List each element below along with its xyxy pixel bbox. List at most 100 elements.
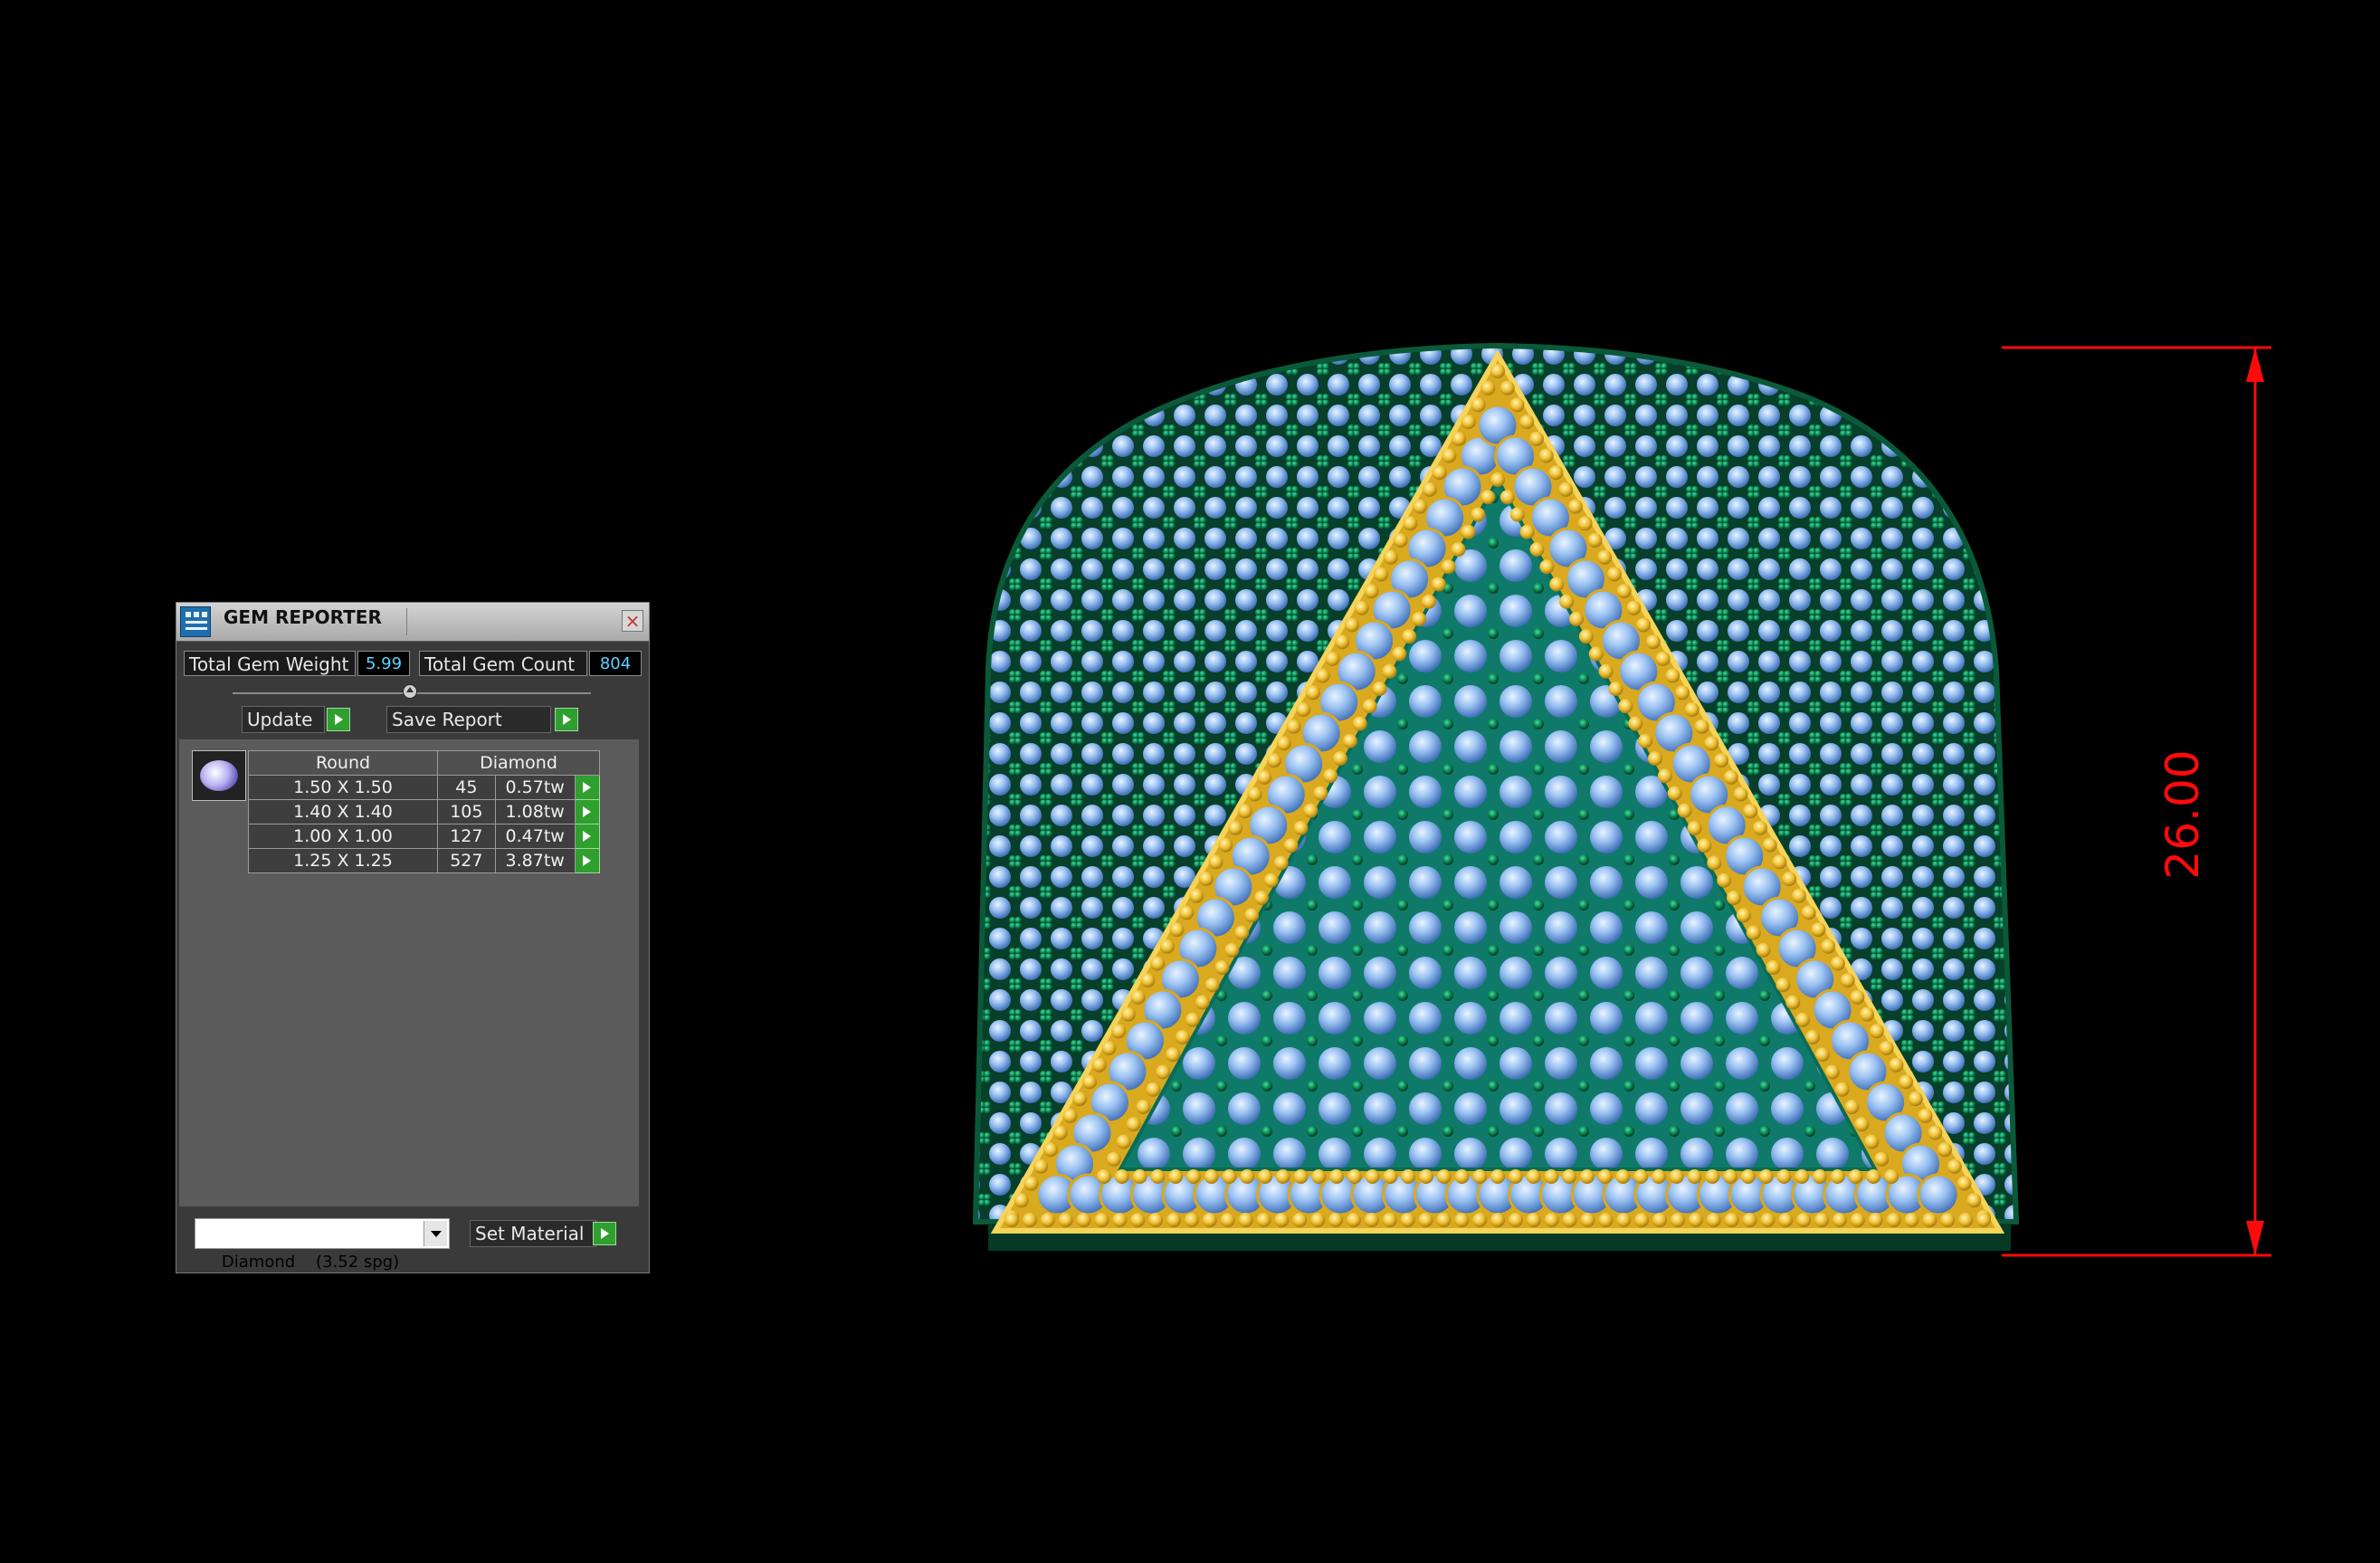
gold-bead [1758,1169,1774,1184]
gold-bead [1832,1213,1847,1227]
panel-titlebar[interactable]: GEM REPORTER × [176,603,649,642]
gold-bead [1111,1024,1127,1039]
gold-bead [1538,448,1554,463]
gold-bead [1775,977,1791,993]
gold-bead [1801,905,1816,920]
set-material-button[interactable]: Set Material [470,1220,596,1247]
gold-bead [1548,465,1564,481]
gold-bead [1364,1213,1379,1227]
gem-thumbnail-icon[interactable] [192,750,246,801]
gold-bead [1401,1169,1416,1184]
gold-bead [1976,1213,1991,1227]
gold-bead [1346,1213,1361,1227]
gold-bead [1112,1213,1128,1227]
update-arrow-button[interactable] [327,708,350,731]
table-row[interactable]: 1.50 X 1.50 45 0.57tw [248,775,601,800]
gold-bead [1166,1047,1181,1063]
gold-bead [1452,431,1467,446]
gold-bead [1743,804,1758,819]
gold-bead [1303,803,1319,818]
update-button[interactable]: Update [242,706,325,733]
gold-bead [1723,1169,1738,1184]
gold-bead [1665,668,1680,683]
gold-bead [1490,1169,1505,1184]
gold-bead [1844,1100,1860,1114]
gold-bead [1705,1169,1720,1184]
gold-bead [1033,1158,1049,1174]
gold-bead [1733,786,1748,802]
gold-bead [1854,1117,1870,1132]
gold-bead [1365,1169,1380,1184]
panel-splitter-handle[interactable] [403,684,417,699]
gem-count: 527 [437,848,496,873]
close-button[interactable]: × [622,610,643,632]
gold-bead [1544,1169,1559,1184]
gold-bead [1254,891,1269,905]
gold-bead [1422,481,1437,497]
gold-bead [1126,1117,1141,1132]
row-arrow-button[interactable] [574,848,601,873]
gold-bead [1042,1142,1058,1158]
gold-bead [1222,1169,1237,1184]
gold-bead [1413,499,1428,514]
gold-bead [1296,702,1311,717]
gold-bead [1421,594,1436,609]
chevron-down-icon[interactable] [424,1221,447,1246]
gold-bead [1472,1213,1488,1227]
gem-size: 1.50 X 1.50 [248,775,438,800]
gold-bead [1204,1169,1219,1184]
dimension-indicator [2002,346,2271,1257]
gold-bead [1362,699,1377,714]
save-report-arrow-button[interactable] [555,708,578,731]
gold-bead [1062,1108,1078,1123]
gold-bead [1922,1213,1937,1227]
gold-bead [1860,1006,1875,1022]
table-row[interactable]: 1.40 X 1.40 105 1.08tw [248,799,601,824]
gold-bead [1364,584,1379,599]
row-arrow-button[interactable] [574,799,601,824]
gold-bead [1315,668,1330,683]
row-arrow-button[interactable] [574,824,601,849]
gold-bead [1796,1213,1812,1227]
gold-bead [1645,634,1661,650]
dimension-label: 26.00 [2156,749,2209,880]
gold-bead [1706,1213,1721,1227]
gem-reporter-panel[interactable]: GEM REPORTER × Total Gem Weight 5.99 Tot… [176,602,650,1273]
gem-weight: 3.87tw [494,848,576,873]
gem-size: 1.25 X 1.25 [248,848,438,873]
gold-bead [1736,908,1751,923]
gold-bead [1814,1213,1829,1227]
gold-bead [1519,415,1535,430]
gold-bead [1812,1169,1827,1184]
set-material-arrow-button[interactable] [593,1222,616,1245]
gold-bead [1526,1213,1541,1227]
gold-bead [1756,942,1771,958]
gold-bead [1874,1151,1890,1167]
gold-bead [1076,1213,1091,1227]
gold-bead [1176,1030,1190,1044]
gem-count: 105 [437,799,496,824]
gold-bead [1569,612,1584,626]
gold-bead [1608,681,1623,696]
table-row[interactable]: 1.25 X 1.25 527 3.87tw [248,848,601,873]
gold-bead [1742,1213,1757,1227]
gold-bead [1276,736,1291,751]
gold-bead [1383,1169,1398,1184]
gold-bead [1472,1169,1488,1184]
gold-bead [1490,364,1505,378]
row-arrow-button[interactable] [574,775,601,800]
title-separator [406,608,407,635]
gold-bead [1116,1134,1131,1149]
gold-bead [1311,1169,1327,1184]
gold-bead [1539,559,1555,575]
gold-bead [1824,1064,1840,1080]
gold-bead [1166,1213,1181,1227]
gem-reporter-icon [180,606,211,637]
gold-bead [1014,1193,1029,1208]
table-row[interactable]: 1.00 X 1.00 127 0.47tw [248,824,601,849]
save-report-button[interactable]: Save Report [386,706,551,733]
gold-bead [1869,1024,1884,1039]
gold-bead [1785,995,1801,1010]
material-select[interactable]: Diamond (3.52 spg) [195,1218,450,1272]
gem-list-area[interactable]: Round Diamond 1.50 X 1.50 45 0.57tw 1.40… [178,739,640,1207]
